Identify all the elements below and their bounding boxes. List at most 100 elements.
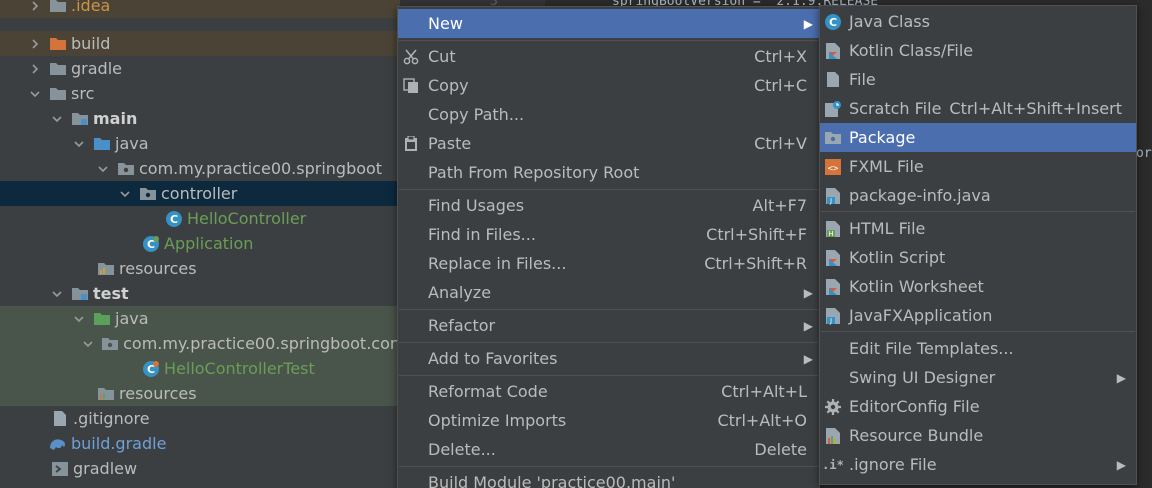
menu-separator: [399, 466, 818, 467]
tree-item-package[interactable]: com.my.practice00.springboot: [0, 156, 400, 181]
ignore-file-icon: .i*: [822, 457, 844, 472]
tree-item-gitignore[interactable]: .gitignore: [0, 406, 400, 431]
menu-item-label: Package: [849, 128, 916, 147]
java-class-icon: C: [824, 13, 842, 31]
svg-text:C: C: [170, 213, 178, 226]
menu-item-cut[interactable]: Cut Ctrl+X: [398, 42, 819, 71]
menu-item-label: Kotlin Class/File: [849, 41, 974, 60]
menu-item-copy[interactable]: Copy Ctrl+C: [398, 71, 819, 100]
java-class-icon: C: [164, 210, 184, 228]
submenu-item-resource-bundle[interactable]: Resource Bundle: [820, 421, 1136, 450]
svg-text:J: J: [829, 197, 832, 205]
tree-item-build[interactable]: build: [0, 31, 400, 56]
package-icon: [824, 129, 842, 147]
project-tree[interactable]: .idea build gradle src main java com.my.…: [0, 0, 400, 488]
tree-item-gradle[interactable]: gradle: [0, 56, 400, 81]
tree-item-label: gradlew: [73, 459, 138, 478]
menu-item-analyze[interactable]: Analyze ▶: [398, 278, 819, 307]
submenu-item-package[interactable]: Package: [820, 123, 1136, 152]
menu-item-label: Delete...: [428, 440, 496, 459]
submenu-item-kotlin-worksheet[interactable]: Kotlin Worksheet: [820, 272, 1136, 301]
tree-item-java[interactable]: java: [0, 131, 400, 156]
chevron-right-icon[interactable]: [28, 0, 42, 13]
tree-item-gradlew[interactable]: gradlew: [0, 456, 400, 481]
chevron-down-icon[interactable]: [50, 287, 64, 301]
submenu-item-scratch-file[interactable]: Scratch File Ctrl+Alt+Shift+Insert: [820, 94, 1136, 123]
submenu-item-fxml-file[interactable]: <> FXML File: [820, 152, 1136, 181]
gear-icon: [824, 398, 842, 416]
tree-item-test-java[interactable]: java: [0, 306, 400, 331]
menu-item-delete[interactable]: Delete... Delete: [398, 435, 819, 464]
menu-item-shortcut: Ctrl+Shift+R: [704, 254, 807, 273]
chevron-down-icon[interactable]: [72, 312, 86, 326]
tree-item-test-resources[interactable]: resources: [0, 381, 400, 406]
chevron-down-icon[interactable]: [28, 87, 42, 101]
package-icon: [116, 160, 136, 178]
submenu-item-java-class[interactable]: C Java Class: [820, 7, 1136, 36]
chevron-down-icon[interactable]: [96, 162, 110, 176]
submenu-item-package-info[interactable]: J package-info.java: [820, 181, 1136, 210]
menu-item-label: Optimize Imports: [428, 411, 567, 430]
test-class-icon: C: [141, 360, 161, 378]
fxml-file-icon: <>: [824, 158, 842, 176]
chevron-down-icon[interactable]: [82, 337, 94, 351]
submenu-item-kotlin-class[interactable]: Kotlin Class/File: [820, 36, 1136, 65]
submenu-arrow-icon: ▶: [803, 351, 813, 366]
tree-item-label: java: [115, 309, 149, 328]
tree-item-resources[interactable]: resources: [0, 256, 400, 281]
submenu-item-html-file[interactable]: H HTML File: [820, 214, 1136, 243]
menu-item-new[interactable]: New ▶: [398, 9, 819, 38]
tree-item-controller[interactable]: controller: [0, 181, 400, 206]
menu-item-path-from-repo-root[interactable]: Path From Repository Root: [398, 158, 819, 187]
test-folder-icon: [92, 310, 112, 328]
menu-item-label: Cut: [428, 47, 456, 66]
tree-item-hellocontroller[interactable]: C HelloController: [0, 206, 400, 231]
tree-item-label: HelloController: [187, 209, 307, 228]
submenu-item-file[interactable]: File: [820, 65, 1136, 94]
chevron-down-icon[interactable]: [50, 112, 64, 126]
tree-item-application[interactable]: C Application: [0, 231, 400, 256]
tree-item-main[interactable]: main: [0, 106, 400, 131]
tree-item-label: build: [71, 34, 111, 53]
chevron-right-icon[interactable]: [28, 62, 42, 76]
menu-item-add-to-favorites[interactable]: Add to Favorites ▶: [398, 344, 819, 373]
menu-item-paste[interactable]: Paste Ctrl+V: [398, 129, 819, 158]
source-folder-icon: [92, 135, 112, 153]
menu-item-find-in-files[interactable]: Find in Files... Ctrl+Shift+F: [398, 220, 819, 249]
submenu-item-ignore-file[interactable]: .i* .ignore File ▶: [820, 450, 1136, 479]
chevron-down-icon[interactable]: [118, 187, 132, 201]
menu-item-shortcut: Ctrl+Alt+L: [721, 382, 807, 401]
menu-separator: [399, 375, 818, 376]
tree-item-hellocontrollertest[interactable]: C HelloControllerTest: [0, 356, 400, 381]
submenu-item-swing-ui-designer[interactable]: Swing UI Designer ▶: [820, 363, 1136, 392]
menu-item-refactor[interactable]: Refactor ▶: [398, 311, 819, 340]
submenu-arrow-icon: ▶: [803, 318, 813, 333]
menu-item-build-module[interactable]: Build Module 'practice00.main': [398, 468, 819, 488]
menu-item-label: Reformat Code: [428, 382, 548, 401]
package-icon: [138, 185, 158, 203]
menu-item-optimize-imports[interactable]: Optimize Imports Ctrl+Alt+O: [398, 406, 819, 435]
tree-item-test[interactable]: test: [0, 281, 400, 306]
module-folder-icon: [70, 110, 90, 128]
tree-item-test-package[interactable]: com.my.practice00.springboot.con: [0, 331, 400, 356]
tree-item-label: build.gradle: [71, 434, 167, 453]
test-resources-folder-icon: [96, 385, 116, 403]
menu-item-replace-in-files[interactable]: Replace in Files... Ctrl+Shift+R: [398, 249, 819, 278]
submenu-item-edit-file-templates[interactable]: Edit File Templates...: [820, 334, 1136, 363]
tree-item-idea[interactable]: .idea: [0, 0, 400, 18]
tree-item-src[interactable]: src: [0, 81, 400, 106]
menu-item-find-usages[interactable]: Find Usages Alt+F7: [398, 191, 819, 220]
submenu-item-editorconfig-file[interactable]: EditorConfig File: [820, 392, 1136, 421]
chevron-right-icon[interactable]: [28, 37, 42, 51]
menu-item-reformat-code[interactable]: Reformat Code Ctrl+Alt+L: [398, 377, 819, 406]
menu-separator: [821, 331, 1135, 332]
tree-item-build-gradle[interactable]: build.gradle: [0, 431, 400, 456]
submenu-item-javafx-application[interactable]: J JavaFXApplication: [820, 301, 1136, 330]
chevron-down-icon[interactable]: [72, 137, 86, 151]
menu-item-label: Add to Favorites: [428, 349, 558, 368]
menu-item-shortcut: Alt+F7: [752, 196, 807, 215]
submenu-item-kotlin-script[interactable]: Kotlin Script: [820, 243, 1136, 272]
menu-item-shortcut: Ctrl+Shift+F: [706, 225, 807, 244]
menu-item-copy-path[interactable]: Copy Path...: [398, 100, 819, 129]
menu-item-label: File: [849, 70, 876, 89]
